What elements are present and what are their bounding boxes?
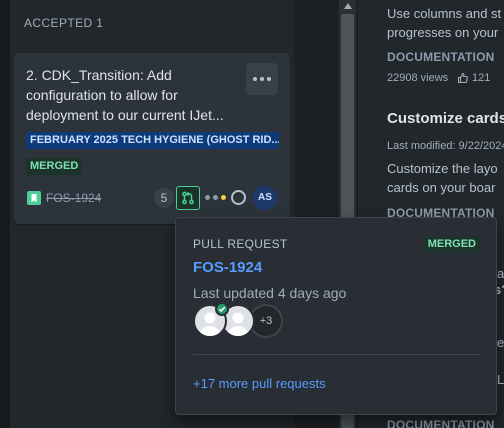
scroll-up-icon[interactable] <box>344 3 352 9</box>
help-text-line: Use columns and st <box>387 6 502 21</box>
likes-count: 121 <box>472 72 491 84</box>
help-text-line: progresses on your <box>387 25 499 40</box>
status-badge: MERGED <box>26 158 83 175</box>
help-text-line: Customize the layo <box>387 161 498 176</box>
pull-request-button[interactable] <box>176 186 200 210</box>
divider <box>193 354 480 355</box>
status-badge: MERGED <box>423 237 480 252</box>
reviewer-avatars: +3 <box>193 302 313 338</box>
help-text-line: cards on your boar <box>387 180 496 195</box>
left-edge <box>0 0 10 428</box>
help-text-fragment: e <box>497 335 504 350</box>
issue-key[interactable]: FOS-1924 <box>46 191 101 205</box>
views-count: 22908 views <box>387 72 449 84</box>
last-modified: Last modified: 9/22/2024 <box>387 140 504 152</box>
assignee-avatar[interactable]: AS <box>253 186 277 210</box>
pull-request-icon <box>182 191 194 205</box>
story-points-badge: 5 <box>154 188 174 208</box>
doc-label: DOCUMENTATION <box>387 50 495 64</box>
help-text-fragment: a <box>497 266 504 281</box>
issue-card[interactable]: 2. CDK_Transition: Add configuration to … <box>14 53 290 224</box>
doc-label: DOCUMENTATION <box>387 418 495 428</box>
column-header: ACCEPTED 1 <box>24 16 104 30</box>
dev-progress-indicator <box>205 190 246 205</box>
pull-request-popup: PULL REQUEST MERGED FOS-1924 Last update… <box>175 217 497 415</box>
thumbs-up-icon <box>457 72 468 84</box>
more-actions-button[interactable] <box>246 63 278 95</box>
more-pull-requests-link[interactable]: +17 more pull requests <box>193 376 326 391</box>
help-text-fragment: L <box>497 372 504 387</box>
likes[interactable]: 121 <box>457 72 490 84</box>
popup-label: PULL REQUEST <box>193 237 288 251</box>
epic-lozenge[interactable]: FEBRUARY 2025 TECH HYGIENE (GHOST RID... <box>26 132 279 149</box>
card-title[interactable]: 2. CDK_Transition: Add configuration to … <box>26 65 241 125</box>
more-icon <box>253 77 257 81</box>
check-icon <box>215 302 229 316</box>
pull-request-link[interactable]: FOS-1924 <box>193 259 262 276</box>
story-icon <box>27 191 41 205</box>
help-article-title[interactable]: Customize cards <box>387 110 504 127</box>
last-updated-text: Last updated 4 days ago <box>193 285 347 301</box>
